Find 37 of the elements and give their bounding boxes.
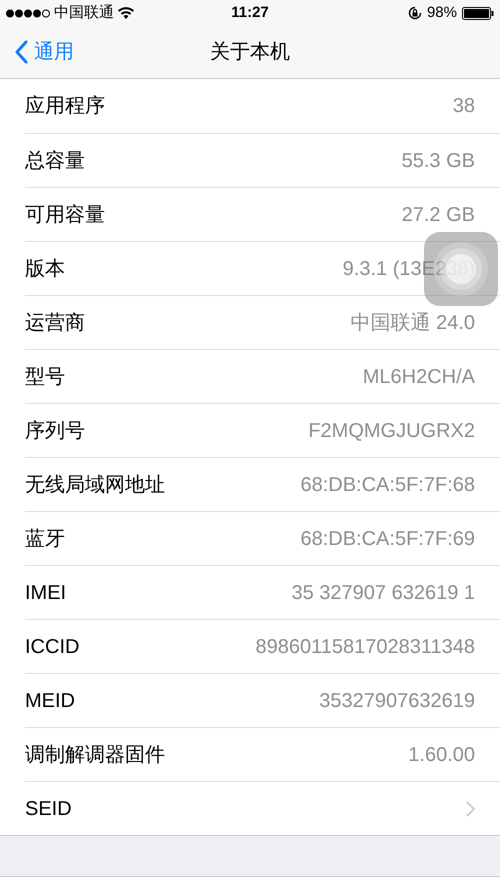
row-label: 应用程序	[25, 94, 105, 119]
row-label: SEID	[25, 796, 72, 822]
row-value: 1.60.00	[408, 742, 475, 768]
row-value: 55.3 GB	[402, 148, 475, 174]
row-label: 总容量	[25, 148, 85, 174]
row-label: 序列号	[25, 418, 85, 444]
row-label: 无线局域网地址	[25, 472, 165, 498]
row-value: 68:DB:CA:5F:7F:68	[300, 472, 475, 498]
row-value: 89860115817028311348	[256, 634, 475, 660]
row-label: MEID	[25, 688, 75, 714]
row-value: 35327907632619	[319, 688, 475, 714]
chevron-icon	[466, 800, 475, 816]
status-time: 11:27	[231, 2, 269, 23]
row-value: 27.2 GB	[402, 202, 475, 228]
battery-icon	[462, 6, 494, 20]
row-value: F2MQMGJUGRX2	[308, 418, 475, 444]
row-label: 调制解调器固件	[25, 742, 165, 768]
row-value: 中国联通 24.0	[350, 310, 475, 336]
row-label: IMEI	[25, 580, 66, 606]
row-label: ICCID	[25, 634, 80, 660]
wifi-icon	[118, 7, 134, 19]
row-value: 35 327907 632619 1	[291, 580, 475, 606]
page-title: 关于本机	[210, 40, 290, 65]
row-label: 版本	[25, 256, 65, 282]
back-chevron-icon	[14, 40, 28, 64]
battery-percent: 98%	[426, 2, 457, 23]
row-value: ML6H2CH/A	[362, 364, 475, 390]
carrier-name: 中国联通	[54, 2, 114, 23]
rotation-lock-icon	[408, 6, 422, 20]
row-label: 可用容量	[25, 202, 105, 228]
row-value: 38	[452, 94, 475, 119]
row-label: 型号	[25, 364, 65, 390]
row-label: 运营商	[25, 310, 85, 336]
signal-icon	[6, 8, 50, 18]
row-label: 蓝牙	[25, 526, 65, 552]
row-value: 68:DB:CA:5F:7F:69	[300, 526, 475, 552]
back-button[interactable]: 通用	[0, 37, 74, 67]
